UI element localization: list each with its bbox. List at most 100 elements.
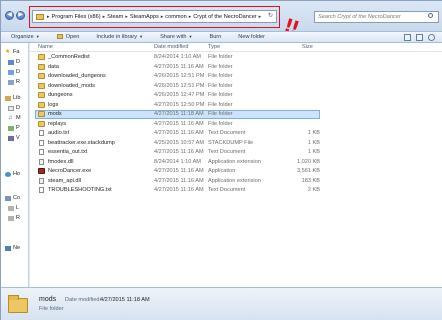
details-item-type: File folder [39, 306, 64, 312]
file-name: beattracker.exe.stackdump [48, 139, 115, 146]
file-name: logs [48, 101, 59, 108]
nav-documents[interactable]: D [8, 105, 20, 111]
share-with-button[interactable]: Share with ▼ [160, 34, 192, 40]
nav-videos[interactable]: V [8, 135, 20, 141]
open-button[interactable]: Open [56, 34, 79, 40]
search-input[interactable]: Search Crypt of the NecroDancer [314, 11, 439, 23]
drive-icon [8, 205, 14, 211]
file-type: Application extension [208, 177, 261, 184]
downloads-icon [8, 69, 14, 75]
column-header-row: Name Date modified Type Size [30, 43, 442, 52]
file-size: 1,020 KB [296, 158, 320, 165]
preview-pane-icon[interactable] [416, 34, 423, 41]
star-icon: ★ [5, 48, 11, 55]
details-item-name: mods [39, 296, 57, 303]
nav-libraries[interactable]: Lib [5, 95, 20, 101]
include-in-library-button[interactable]: Include in library ▼ [96, 34, 143, 40]
address-row: ◀ ▶ ▸ Program Files (x86) ▸ Steam ▸ Stea… [1, 1, 442, 40]
nav-favorites[interactable]: ★ Fa [5, 48, 20, 56]
file-size: 1 KB [307, 139, 320, 146]
folder-icon [8, 295, 28, 313]
homegroup-icon [5, 171, 11, 177]
text-file-icon [39, 187, 44, 193]
file-row[interactable]: fmodex.dll 8/24/2014 1:10 AM Application e… [30, 158, 442, 167]
file-type: File folder [208, 73, 233, 79]
folder-icon [38, 82, 45, 89]
file-name: fmodex.dll [48, 158, 74, 165]
file-type: Application extension [208, 158, 261, 165]
file-list-pane: Name Date modified Type Size _CommonRedi… [30, 43, 442, 287]
file-row[interactable]: data 4/27/2015 11:16 AM File folder [30, 63, 442, 72]
file-name: dungeons [48, 92, 73, 98]
nav-removable-disk[interactable]: R [8, 215, 20, 221]
search-icon[interactable] [428, 13, 433, 18]
nav-music[interactable]: ♫ M [8, 115, 21, 122]
file-row[interactable]: NecroDancer.exe 4/27/2015 11:16 AM Applica… [30, 167, 442, 176]
file-row[interactable]: TROUBLESHOOTING.txt 4/27/2015 11:16 AM Tex… [30, 186, 442, 195]
library-icon [5, 95, 11, 101]
nav-local-disk[interactable]: L [8, 205, 19, 211]
file-row[interactable]: steam_api.dll 4/27/2015 11:16 AM Applicati… [30, 177, 442, 186]
file-name: essentia_out.txt [48, 149, 88, 155]
file-row[interactable]: mods 4/27/2015 11:18 AM File folder [30, 110, 442, 119]
details-date-value: 4/27/2015 11:18 AM [100, 297, 150, 303]
file-name: steam_api.dll [48, 177, 81, 184]
explorer-window: ◀ ▶ ▸ Program Files (x86) ▸ Steam ▸ Stea… [0, 0, 442, 320]
organize-button[interactable]: Organize ▼ [11, 34, 40, 40]
drive-icon [8, 215, 14, 221]
file-name: TROUBLESHOOTING.txt [48, 187, 112, 193]
file-type: Text Document [208, 130, 246, 136]
file-type: Application [208, 168, 236, 174]
column-size[interactable]: Size [302, 44, 313, 50]
file-date-modified: 8/24/2014 1:10 AM [154, 158, 201, 165]
file-name: downloaded_mods [48, 82, 95, 89]
nav-network[interactable]: Ne [5, 245, 20, 251]
forward-button[interactable]: ▶ [16, 11, 25, 20]
file-name: NecroDancer.exe [48, 168, 92, 174]
help-icon[interactable] [428, 34, 435, 41]
details-pane: mods Date modified: 4/27/2015 11:18 AM F… [1, 287, 442, 320]
nav-pictures[interactable]: P [8, 125, 20, 131]
file-row[interactable]: dungeons 4/26/2015 12:47 PM File folder [30, 91, 442, 100]
pictures-icon [8, 125, 14, 131]
back-button[interactable]: ◀ [5, 11, 14, 20]
file-row[interactable]: logs 4/27/2015 12:50 PM File folder [30, 101, 442, 110]
desktop-icon [8, 59, 14, 65]
column-date-modified[interactable]: Date modified [154, 44, 189, 50]
column-name[interactable]: Name [38, 44, 53, 50]
burn-button[interactable]: Burn [209, 34, 221, 40]
file-row[interactable]: beattracker.exe.stackdump 4/25/2015 10:57… [30, 139, 442, 148]
network-icon [5, 245, 11, 251]
nav-computer[interactable]: Co [5, 195, 20, 201]
dll-file-icon [39, 158, 44, 165]
folder-icon [38, 92, 45, 98]
file-date-modified: 4/27/2015 11:18 AM [154, 111, 204, 117]
file-size: 2 KB [307, 187, 320, 193]
file-row[interactable]: essentia_out.txt 4/27/2015 11:16 AM Text D… [30, 148, 442, 157]
file-date-modified: 4/27/2015 11:16 AM [154, 63, 204, 70]
folder-icon [38, 54, 45, 60]
computer-icon [5, 195, 11, 201]
file-row[interactable]: audio.txt 4/27/2015 11:16 AM Text Document… [30, 129, 442, 138]
file-type: Text Document [208, 187, 246, 193]
column-type[interactable]: Type [208, 44, 220, 50]
file-size: 183 KB [301, 177, 320, 184]
nav-desktop[interactable]: D [8, 59, 20, 65]
file-date-modified: 4/27/2015 11:16 AM [154, 149, 204, 155]
nav-recent-places[interactable]: R [8, 79, 20, 85]
file-date-modified: 4/27/2015 12:50 PM [154, 101, 205, 108]
file-name: audio.txt [48, 130, 70, 136]
nav-downloads[interactable]: D [8, 69, 20, 75]
file-row[interactable]: downloaded_mods 4/26/2015 12:51 PM File fo… [30, 82, 442, 91]
file-row[interactable]: _CommonRedist 8/24/2014 1:10 AM File folde… [30, 53, 442, 62]
folder-icon [38, 111, 45, 117]
file-size: 1 KB [307, 130, 320, 136]
file-type: File folder [208, 101, 233, 108]
annotation-highlight-box [29, 6, 280, 28]
file-date-modified: 4/26/2015 12:47 PM [154, 92, 205, 98]
new-folder-button[interactable]: New folder [238, 34, 265, 40]
view-options-icon[interactable] [404, 34, 411, 41]
file-row[interactable]: downloaded_dungeons 4/26/2015 12:51 PM Fil… [30, 72, 442, 81]
file-row[interactable]: replays 4/27/2015 11:16 AM File folder [30, 120, 442, 129]
nav-homegroup[interactable]: Ho [5, 171, 20, 177]
